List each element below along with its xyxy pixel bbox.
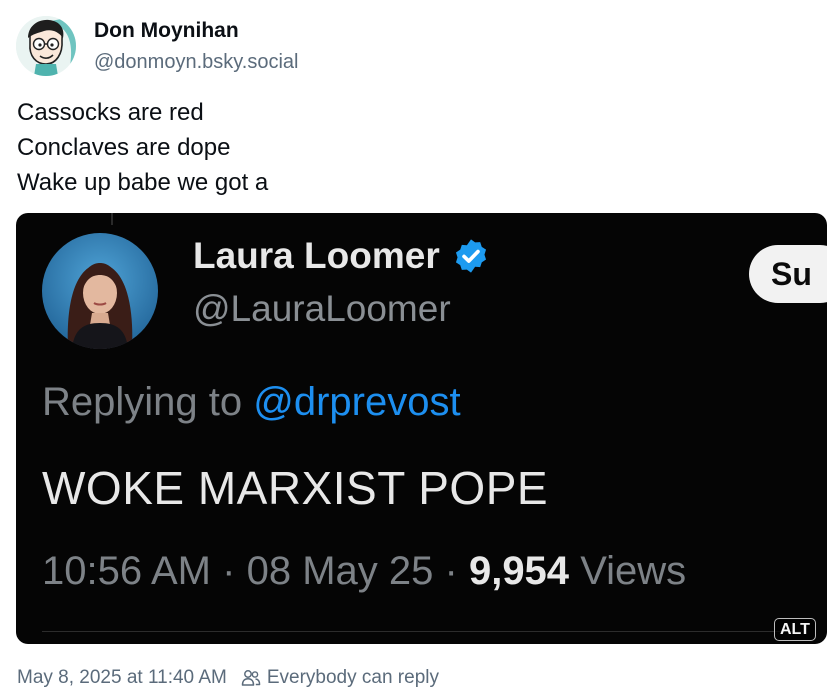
image-artifact-line (111, 213, 113, 225)
quoted-author-name-text: Laura Loomer (193, 235, 440, 276)
quoted-date: 08 May 25 (246, 549, 434, 593)
post-text-line: Conclaves are dope (17, 134, 231, 161)
quoted-avatar-photo (42, 233, 158, 349)
author-avatar[interactable] (16, 16, 76, 76)
replying-to-mention: @drprevost (253, 380, 461, 424)
replying-to-label: Replying to (42, 380, 243, 424)
quoted-author-name: Laura Loomer (193, 235, 490, 277)
quoted-author-avatar (42, 233, 158, 349)
post-footer: May 8, 2025 at 11:40 AM Everybody can re… (17, 667, 439, 689)
author-handle[interactable]: @donmoyn.bsky.social (94, 51, 298, 74)
meta-separator: · (222, 549, 236, 593)
people-icon (241, 669, 261, 687)
author-name[interactable]: Don Moynihan (94, 19, 239, 43)
post-card: Don Moynihan @donmoyn.bsky.social Cassoc… (0, 0, 838, 697)
quoted-time: 10:56 AM (42, 549, 212, 593)
quoted-views-count: 9,954 (468, 549, 570, 593)
quoted-divider (42, 631, 802, 632)
post-text-line: Cassocks are red (17, 99, 204, 126)
verified-badge-icon (452, 237, 490, 275)
quoted-subscribe-button: Su (749, 245, 827, 303)
reply-setting[interactable]: Everybody can reply (267, 667, 439, 689)
quoted-author-handle: @LauraLoomer (193, 288, 451, 329)
post-text: Cassocks are red Conclaves are dope Wake… (17, 95, 268, 200)
post-text-line: Wake up babe we got a (17, 169, 269, 196)
quoted-tweet-text: WOKE MARXIST POPE (42, 462, 549, 514)
meta-separator: · (444, 549, 458, 593)
quoted-views-label: Views (580, 549, 687, 593)
author-avatar-illustration (16, 16, 76, 76)
embedded-image[interactable]: Laura Loomer @LauraLoomer Su Replying to… (16, 213, 827, 644)
quoted-replying-to: Replying to @drprevost (42, 380, 461, 425)
alt-text-badge[interactable]: ALT (774, 618, 816, 641)
post-timestamp[interactable]: May 8, 2025 at 11:40 AM (17, 667, 227, 689)
quoted-tweet-meta: 10:56 AM · 08 May 25 · 9,954 Views (42, 549, 686, 594)
